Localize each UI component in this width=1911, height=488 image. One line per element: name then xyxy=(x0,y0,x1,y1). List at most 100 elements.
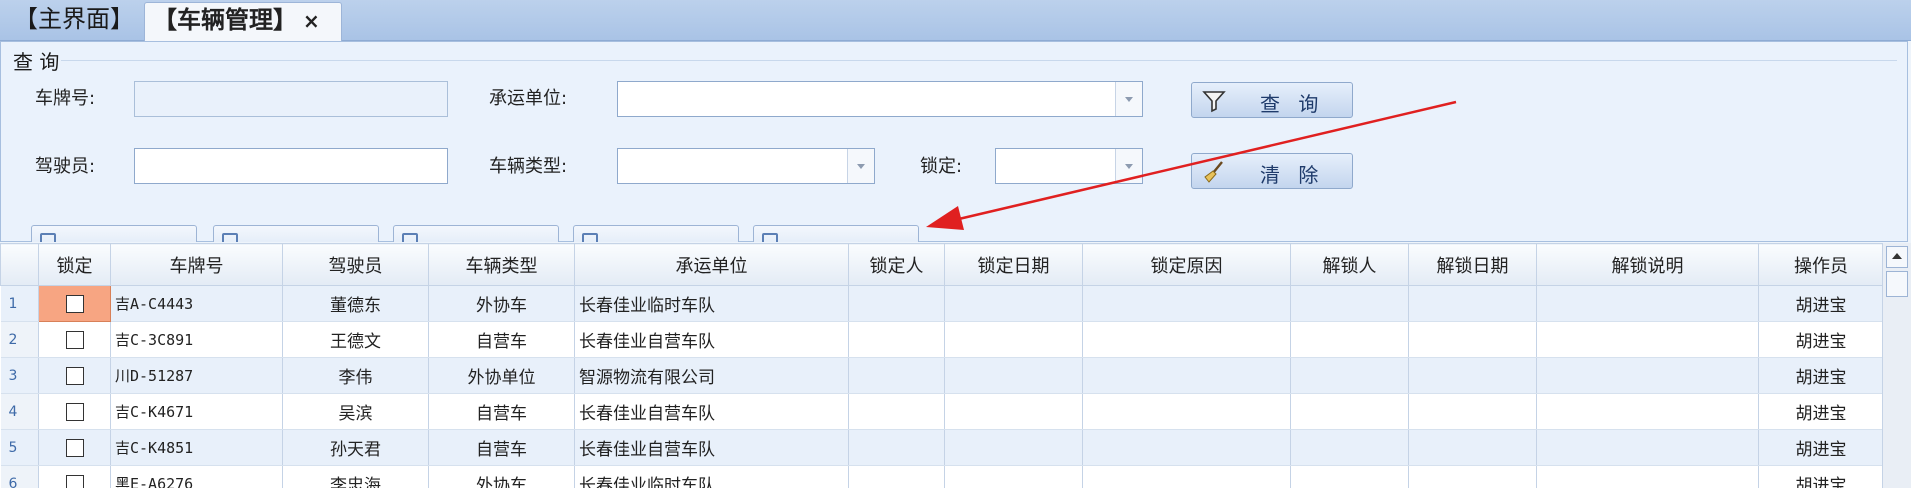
unlocked-by-cell[interactable] xyxy=(1290,465,1409,488)
lock-checkbox[interactable] xyxy=(65,438,84,457)
lock-checkbox-cell[interactable] xyxy=(38,357,111,394)
lock-checkbox-cell[interactable] xyxy=(38,429,111,466)
toolbar-button-3[interactable] xyxy=(393,225,559,242)
column-header[interactable]: 解锁说明 xyxy=(1536,243,1759,286)
lock-checkbox-cell[interactable] xyxy=(38,321,111,358)
column-header[interactable]: 操作员 xyxy=(1758,243,1884,286)
clear-button[interactable]: 清 除 xyxy=(1191,153,1353,189)
scroll-thumb[interactable] xyxy=(1886,271,1908,297)
vehicle-type-cell[interactable]: 外协车 xyxy=(428,285,575,322)
locked-by-cell[interactable] xyxy=(848,357,945,394)
vehicle-type-cell[interactable]: 自营车 xyxy=(428,321,575,358)
unlock-note-cell[interactable] xyxy=(1536,465,1759,488)
unlock-date-cell[interactable] xyxy=(1408,393,1537,430)
vertical-scrollbar[interactable] xyxy=(1882,243,1911,488)
chevron-down-icon[interactable] xyxy=(1115,82,1142,116)
table-row[interactable]: 4 吉C-K4671 吴滨 自营车 长春佳业自营车队 胡进宝 xyxy=(0,393,1884,430)
driver-cell[interactable]: 李伟 xyxy=(282,357,429,394)
column-header[interactable]: 解锁人 xyxy=(1290,243,1409,286)
lock-date-cell[interactable] xyxy=(944,429,1083,466)
operator-cell[interactable]: 胡进宝 xyxy=(1758,321,1884,358)
lock-checkbox-cell[interactable] xyxy=(38,285,111,322)
carrier-cell[interactable]: 长春佳业自营车队 xyxy=(574,429,849,466)
column-header[interactable]: 车牌号 xyxy=(110,243,283,286)
carrier-cell[interactable]: 长春佳业临时车队 xyxy=(574,285,849,322)
locked-by-cell[interactable] xyxy=(848,321,945,358)
vehicle-type-cell[interactable]: 自营车 xyxy=(428,429,575,466)
toolbar-button-1[interactable] xyxy=(31,225,197,242)
column-header[interactable]: 驾驶员 xyxy=(282,243,429,286)
lock-reason-cell[interactable] xyxy=(1082,357,1291,394)
toolbar-button-2[interactable] xyxy=(213,225,379,242)
lock-date-cell[interactable] xyxy=(944,285,1083,322)
tab-main[interactable]: 【主界面】 xyxy=(6,2,142,40)
vehicle-type-cell[interactable]: 外协车 xyxy=(428,465,575,488)
lock-checkbox[interactable] xyxy=(65,294,84,313)
lock-date-cell[interactable] xyxy=(944,357,1083,394)
chevron-down-icon[interactable] xyxy=(1115,149,1142,183)
plate-cell[interactable]: 川D-51287 xyxy=(110,357,283,394)
plate-cell[interactable]: 吉C-K4851 xyxy=(110,429,283,466)
lock-reason-cell[interactable] xyxy=(1082,321,1291,358)
lock-checkbox[interactable] xyxy=(65,474,84,488)
column-header[interactable]: 锁定人 xyxy=(848,243,945,286)
driver-cell[interactable]: 孙天君 xyxy=(282,429,429,466)
tab-vehicle-management[interactable]: 【车辆管理】 × xyxy=(144,2,342,41)
toolbar-button-4[interactable] xyxy=(573,225,739,242)
locked-by-cell[interactable] xyxy=(848,465,945,488)
carrier-cell[interactable]: 智源物流有限公司 xyxy=(574,357,849,394)
unlock-date-cell[interactable] xyxy=(1408,285,1537,322)
unlock-note-cell[interactable] xyxy=(1536,429,1759,466)
lock-checkbox[interactable] xyxy=(65,366,84,385)
plate-cell[interactable]: 吉C-K4671 xyxy=(110,393,283,430)
table-row[interactable]: 1 吉A-C4443 董德东 外协车 长春佳业临时车队 胡进宝 xyxy=(0,285,1884,322)
lock-reason-cell[interactable] xyxy=(1082,429,1291,466)
locked-by-cell[interactable] xyxy=(848,285,945,322)
driver-cell[interactable]: 吴滨 xyxy=(282,393,429,430)
vehicle-type-cell[interactable]: 自营车 xyxy=(428,393,575,430)
unlock-date-cell[interactable] xyxy=(1408,465,1537,488)
unlock-date-cell[interactable] xyxy=(1408,357,1537,394)
column-header[interactable]: 锁定 xyxy=(38,243,111,286)
operator-cell[interactable]: 胡进宝 xyxy=(1758,429,1884,466)
driver-cell[interactable]: 李忠海 xyxy=(282,465,429,488)
unlock-note-cell[interactable] xyxy=(1536,393,1759,430)
unlock-note-cell[interactable] xyxy=(1536,321,1759,358)
unlocked-by-cell[interactable] xyxy=(1290,429,1409,466)
table-row[interactable]: 2 吉C-3C891 王德文 自营车 长春佳业自营车队 胡进宝 xyxy=(0,321,1884,358)
plate-cell[interactable]: 黑E-A6276 xyxy=(110,465,283,488)
driver-input[interactable] xyxy=(134,148,448,184)
unlock-date-cell[interactable] xyxy=(1408,321,1537,358)
carrier-cell[interactable]: 长春佳业自营车队 xyxy=(574,393,849,430)
unlock-date-cell[interactable] xyxy=(1408,429,1537,466)
operator-cell[interactable]: 胡进宝 xyxy=(1758,393,1884,430)
locked-by-cell[interactable] xyxy=(848,429,945,466)
column-header[interactable]: 承运单位 xyxy=(574,243,849,286)
unlocked-by-cell[interactable] xyxy=(1290,357,1409,394)
operator-cell[interactable]: 胡进宝 xyxy=(1758,465,1884,488)
lock-select[interactable] xyxy=(995,148,1143,184)
locked-by-cell[interactable] xyxy=(848,393,945,430)
scroll-up-icon[interactable] xyxy=(1886,246,1908,268)
unlock-note-cell[interactable] xyxy=(1536,285,1759,322)
table-row[interactable]: 3 川D-51287 李伟 外协单位 智源物流有限公司 胡进宝 xyxy=(0,357,1884,394)
column-header[interactable]: 车辆类型 xyxy=(428,243,575,286)
driver-cell[interactable]: 董德东 xyxy=(282,285,429,322)
unlocked-by-cell[interactable] xyxy=(1290,393,1409,430)
column-header[interactable]: 解锁日期 xyxy=(1408,243,1537,286)
driver-cell[interactable]: 王德文 xyxy=(282,321,429,358)
unlocked-by-cell[interactable] xyxy=(1290,321,1409,358)
query-button[interactable]: 查 询 xyxy=(1191,82,1353,118)
lock-checkbox[interactable] xyxy=(65,330,84,349)
operator-cell[interactable]: 胡进宝 xyxy=(1758,285,1884,322)
carrier-cell[interactable]: 长春佳业临时车队 xyxy=(574,465,849,488)
lock-date-cell[interactable] xyxy=(944,393,1083,430)
vehicle-type-select[interactable] xyxy=(617,148,875,184)
lock-reason-cell[interactable] xyxy=(1082,393,1291,430)
table-row[interactable]: 6 黑E-A6276 李忠海 外协车 长春佳业临时车队 胡进宝 xyxy=(0,465,1884,488)
lock-checkbox-cell[interactable] xyxy=(38,393,111,430)
carrier-cell[interactable]: 长春佳业自营车队 xyxy=(574,321,849,358)
lock-checkbox[interactable] xyxy=(65,402,84,421)
carrier-select[interactable] xyxy=(617,81,1143,117)
lock-checkbox-cell[interactable] xyxy=(38,465,111,488)
